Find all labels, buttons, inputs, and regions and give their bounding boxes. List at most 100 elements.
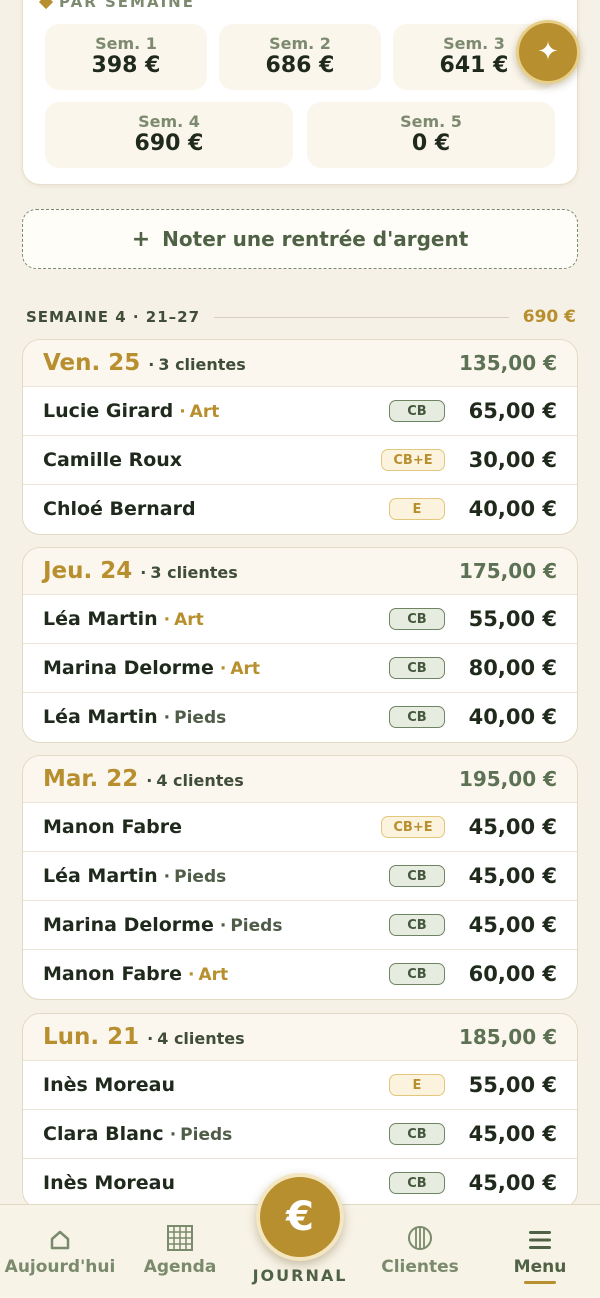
day-separator: · [146,771,153,790]
home-icon [49,1219,71,1251]
menu-icon [528,1219,552,1251]
diamond-icon [38,0,54,10]
day-header: Mar. 22 · 4 clientes 195,00 € [23,756,577,802]
week-amount: 690 € [134,131,204,156]
week-label: Sem. 5 [400,112,462,131]
client-info: Marina Delorme · Pieds [43,914,389,936]
day-client-count: 3 clientes [150,563,238,582]
week-tile-1[interactable]: Sem. 1 398 € [45,24,207,90]
nav-item-aujourdhui[interactable]: Aujourd'hui [0,1219,120,1277]
client-info: Inès Moreau [43,1172,389,1194]
table-row[interactable]: Clara Blanc · Pieds CB 45,00 € [23,1109,577,1158]
table-row[interactable]: Marina Delorme · Pieds CB 45,00 € [23,900,577,949]
entry-amount: 45,00 € [468,864,557,888]
table-row[interactable]: Manon Fabre · Art CB 60,00 € [23,949,577,998]
nav-item-clientes[interactable]: Clientes [360,1219,480,1277]
day-client-count: 4 clientes [156,771,244,790]
weekly-heading-text: PAR SEMAINE [59,0,195,11]
service-separator: · [188,965,195,985]
client-name: Manon Fabre [43,963,182,985]
day-separator: · [140,563,147,582]
week-tile-4[interactable]: Sem. 4 690 € [45,102,293,168]
payment-badge: CB [389,914,445,936]
day-total: 175,00 € [458,559,557,583]
service-label: Art [189,402,220,422]
payment-badge: CB+E [381,816,445,838]
day-header-left: Ven. 25 · 3 clientes [43,350,246,376]
entry-amount: 45,00 € [468,913,557,937]
day-header: Lun. 21 · 4 clientes 185,00 € [23,1014,577,1060]
table-row[interactable]: Inès Moreau E 55,00 € [23,1060,577,1109]
day-header: Ven. 25 · 3 clientes 135,00 € [23,340,577,386]
service-separator: · [219,916,227,936]
service-label: Pieds [230,916,283,936]
service-label: Art [230,659,260,679]
clients-icon [407,1219,433,1251]
payment-badge: CB [389,608,445,630]
table-row[interactable]: Léa Martin · Pieds CB 45,00 € [23,851,577,900]
client-info: Léa Martin · Pieds [43,706,389,728]
day-total: 135,00 € [458,351,557,375]
nav-label: Aujourd'hui [4,1257,116,1277]
client-name: Clara Blanc [43,1123,164,1145]
table-row[interactable]: Léa Martin · Art CB 55,00 € [23,594,577,643]
day-total: 185,00 € [458,1025,557,1049]
day-card-mar-22: Mar. 22 · 4 clientes 195,00 € Manon Fabre CB+… [22,755,578,1000]
entry-amount: 55,00 € [468,1073,557,1097]
sparkle-fab-button[interactable]: ✦ [516,20,580,84]
entry-amount: 65,00 € [468,399,557,423]
service-separator: · [163,708,171,728]
client-info: Léa Martin · Pieds [43,865,389,887]
service-separator: · [163,610,171,630]
entry-amount: 45,00 € [468,1122,557,1146]
service-separator: · [179,402,186,422]
journal-scroll-area[interactable]: PAR SEMAINE Sem. 1 398 € Sem. 2 686 € Se… [0,0,600,1205]
client-name: Chloé Bernard [43,498,196,520]
payment-badge: E [389,1074,445,1096]
client-name: Inès Moreau [43,1172,175,1194]
service-label: Pieds [180,1125,233,1145]
day-header: Jeu. 24 · 3 clientes 175,00 € [23,548,577,594]
week-label: Sem. 4 [138,112,200,131]
entry-amount: 80,00 € [468,656,557,680]
client-name: Léa Martin [43,608,158,630]
client-name: Manon Fabre [43,816,182,838]
table-row[interactable]: Chloé Bernard E 40,00 € [23,484,577,533]
client-info: Manon Fabre · Art [43,963,389,985]
day-header-left: Mar. 22 · 4 clientes [43,766,244,792]
table-row[interactable]: Lucie Girard · Art CB 65,00 € [23,386,577,435]
client-info: Lucie Girard · Art [43,400,389,422]
table-row[interactable]: Camille Roux CB+E 30,00 € [23,435,577,484]
day-date: Ven. 25 [43,350,141,376]
active-indicator [524,1281,556,1284]
nav-item-menu[interactable]: Menu [480,1219,600,1284]
week-tile-5[interactable]: Sem. 5 0 € [307,102,555,168]
day-client-count: 4 clientes [157,1029,245,1048]
week-tile-2[interactable]: Sem. 2 686 € [219,24,381,90]
client-info: Inès Moreau [43,1074,389,1096]
nav-item-agenda[interactable]: Agenda [120,1219,240,1277]
divider [214,316,509,318]
payment-badge: CB [389,657,445,679]
table-row[interactable]: Marina Delorme · Art CB 80,00 € [23,643,577,692]
nav-label: Clientes [381,1257,459,1277]
week-amount: 686 € [265,53,335,78]
client-info: Léa Martin · Art [43,608,389,630]
table-row[interactable]: Manon Fabre CB+E 45,00 € [23,802,577,851]
euro-icon: € [286,1194,314,1240]
table-row[interactable]: Léa Martin · Pieds CB 40,00 € [23,692,577,741]
week-section-label: SEMAINE 4 · 21–27 [26,308,201,326]
journal-label: JOURNAL [252,1266,348,1285]
service-separator: · [219,659,227,679]
payment-badge: CB [389,1123,445,1145]
journal-button[interactable]: € [256,1173,344,1261]
weekly-summary-card: PAR SEMAINE Sem. 1 398 € Sem. 2 686 € Se… [22,0,578,185]
week-label: Sem. 1 [95,34,157,53]
entry-amount: 30,00 € [468,448,557,472]
weekly-heading: PAR SEMAINE [38,0,195,11]
add-income-button[interactable]: + Noter une rentrée d'argent [22,209,578,269]
day-header-left: Jeu. 24 · 3 clientes [43,558,238,584]
week-section-total: 690 € [522,307,576,327]
sparkle-icon: ✦ [537,37,559,67]
entry-amount: 55,00 € [468,607,557,631]
